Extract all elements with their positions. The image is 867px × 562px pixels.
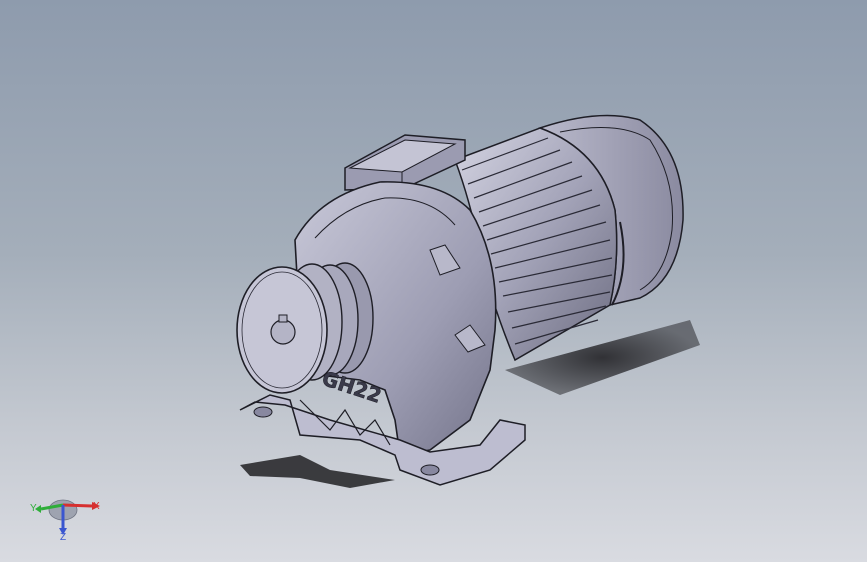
graphics-viewport[interactable]: GH22 X Y Z: [0, 0, 867, 562]
orientation-triad[interactable]: X Y Z: [22, 488, 112, 548]
x-axis-arrow: [62, 503, 93, 508]
output-shaft: [236, 266, 328, 394]
y-axis-label: Y: [30, 503, 37, 514]
gear-motor-model[interactable]: GH22: [0, 0, 867, 562]
model-shadow-front: [240, 455, 395, 488]
terminal-box: [344, 134, 466, 191]
z-axis-label: Z: [60, 532, 66, 543]
x-axis-label: X: [93, 501, 100, 512]
